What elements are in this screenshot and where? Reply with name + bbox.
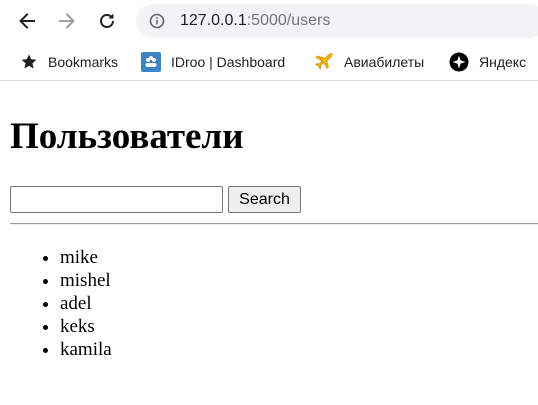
page-content: Пользователи Search mike mishel adel kek… <box>0 82 538 405</box>
bookmark-yandex[interactable]: Яндекс <box>449 52 526 72</box>
bookmark-label: IDroo | Dashboard <box>171 54 286 70</box>
reload-button[interactable] <box>92 6 122 36</box>
list-item: keks <box>60 315 112 338</box>
list-item: kamila <box>60 338 112 361</box>
arrow-left-icon <box>17 11 37 31</box>
bookmark-idroo[interactable]: IDroo | Dashboard <box>141 52 285 72</box>
url-text: 127.0.0.1:5000/users <box>180 12 330 30</box>
reload-icon <box>97 11 117 31</box>
bookmark-aviabilety[interactable]: Авиабилеты <box>314 52 424 72</box>
user-list: mike mishel adel keks kamila <box>20 246 112 361</box>
bookmark-label: Bookmarks <box>48 54 119 70</box>
list-item: mike <box>60 246 112 269</box>
bookmark-label: Авиабилеты <box>344 54 425 70</box>
arrow-right-icon <box>57 11 77 31</box>
forward-button[interactable] <box>52 6 82 36</box>
airplane-icon <box>314 52 334 72</box>
bookmark-label: Яндекс <box>479 54 527 70</box>
star-icon <box>19 52 39 72</box>
bookmarks-bar: Bookmarks IDroo | Dashboard Авиабилеты Я… <box>0 43 538 81</box>
page-title: Пользователи <box>10 116 244 157</box>
info-icon[interactable] <box>149 13 165 29</box>
list-item: mishel <box>60 269 112 292</box>
browser-toolbar: 127.0.0.1:5000/users <box>0 0 538 43</box>
search-input[interactable] <box>10 186 223 213</box>
search-button[interactable]: Search <box>228 186 301 213</box>
address-bar[interactable]: 127.0.0.1:5000/users <box>136 4 538 38</box>
list-item: adel <box>60 292 112 315</box>
url-path: :5000/users <box>246 12 331 29</box>
bookmark-bookmarks[interactable]: Bookmarks <box>19 52 118 72</box>
back-button[interactable] <box>12 6 42 36</box>
idroo-icon <box>141 52 161 72</box>
yandex-icon <box>449 52 469 72</box>
url-host: 127.0.0.1 <box>180 12 247 29</box>
divider <box>10 223 538 225</box>
